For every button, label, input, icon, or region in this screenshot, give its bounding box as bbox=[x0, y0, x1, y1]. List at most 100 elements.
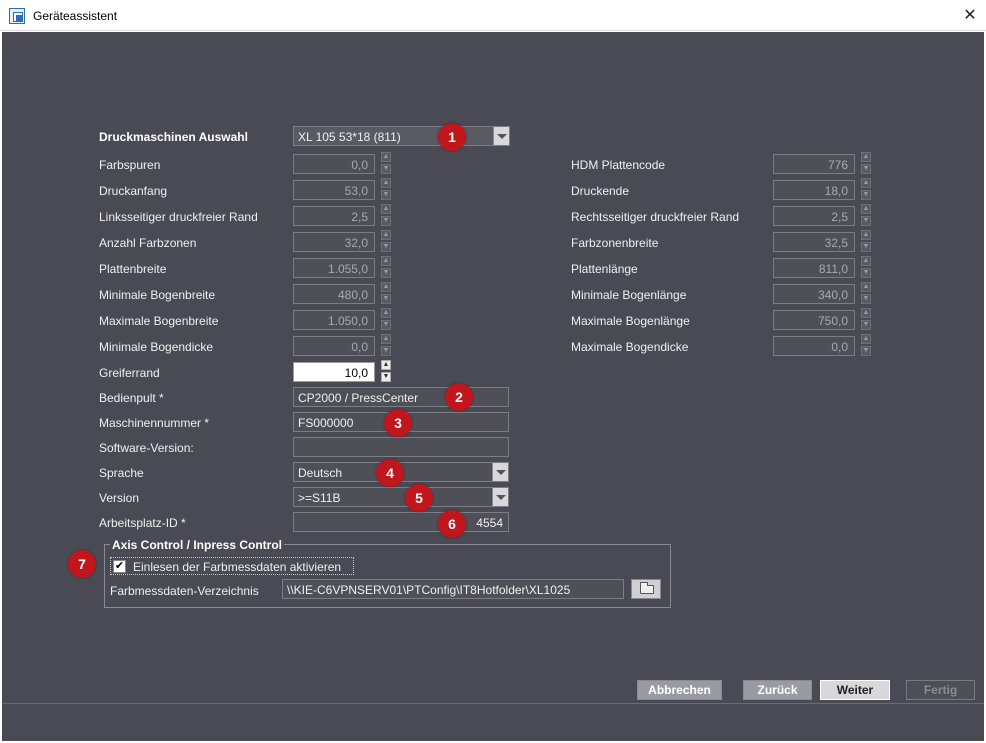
min-bogendicke-input[interactable]: 0,0 bbox=[293, 336, 375, 356]
spin-up-icon[interactable]: ▲ bbox=[381, 230, 391, 240]
chevron-down-icon[interactable] bbox=[492, 463, 508, 481]
druckanfang-input[interactable]: 53,0 bbox=[293, 180, 375, 200]
spin-up-icon[interactable]: ▲ bbox=[861, 334, 871, 344]
spin-up-icon[interactable]: ▲ bbox=[861, 282, 871, 292]
max-bogendicke-input[interactable]: 0,0 bbox=[773, 336, 855, 356]
spin-down-icon[interactable]: ▼ bbox=[381, 294, 391, 304]
greiferrand-label: Greiferrand bbox=[99, 366, 160, 380]
version-label: Version bbox=[99, 491, 140, 505]
spin-up-icon[interactable]: ▲ bbox=[861, 152, 871, 162]
farbmessdaten-dir-input[interactable]: \\KIE-C6VPNSERV01\PTConfig\IT8Hotfolder\… bbox=[282, 579, 624, 599]
checkbox-checked-icon[interactable]: ✔ bbox=[113, 560, 126, 573]
software-version-label: Software-Version: bbox=[99, 441, 194, 455]
spin-down-icon[interactable]: ▼ bbox=[861, 242, 871, 252]
min-bogenlaenge-input[interactable]: 340,0 bbox=[773, 284, 855, 304]
finish-button[interactable]: Fertig bbox=[906, 680, 975, 700]
spin-down-icon[interactable]: ▼ bbox=[861, 164, 871, 174]
spin-up-icon[interactable]: ▲ bbox=[861, 230, 871, 240]
spin-up-icon[interactable]: ▲ bbox=[381, 282, 391, 292]
farbmessdaten-checkbox-row[interactable]: ✔ Einlesen der Farbmessdaten aktivieren bbox=[110, 557, 354, 575]
machine-select-combo[interactable]: XL 105 53*18 (811) bbox=[293, 126, 510, 146]
max-bogenbreite-input[interactable]: 1.050,0 bbox=[293, 310, 375, 330]
callout-badge-3: 3 bbox=[384, 409, 412, 437]
spin-down-icon[interactable]: ▼ bbox=[861, 216, 871, 226]
rechter-rand-label: Rechtsseitiger druckfreier Rand bbox=[571, 210, 740, 224]
spin-up-icon[interactable]: ▲ bbox=[861, 178, 871, 188]
sprache-value: Deutsch bbox=[298, 466, 343, 480]
wizard-panel: Druckmaschinen Auswahl XL 105 53*18 (811… bbox=[2, 32, 984, 741]
min-bogenbreite-input[interactable]: 480,0 bbox=[293, 284, 375, 304]
software-version-input[interactable] bbox=[293, 437, 509, 457]
spin-down-icon[interactable]: ▼ bbox=[381, 242, 391, 252]
farbspuren-input[interactable]: 0,0 bbox=[293, 154, 375, 174]
spin-down-icon[interactable]: ▼ bbox=[381, 190, 391, 200]
spin-down-icon[interactable]: ▼ bbox=[861, 346, 871, 356]
druckende-label: Druckende bbox=[571, 184, 630, 198]
callout-badge-2: 2 bbox=[445, 383, 473, 411]
spin-down-icon[interactable]: ▼ bbox=[381, 268, 391, 278]
min-bogenlaenge-label: Minimale Bogenlänge bbox=[571, 288, 687, 302]
spin-down-icon[interactable]: ▼ bbox=[381, 216, 391, 226]
spin-up-icon[interactable]: ▲ bbox=[381, 152, 391, 162]
spin-down-icon[interactable]: ▼ bbox=[381, 164, 391, 174]
browse-folder-button[interactable] bbox=[631, 579, 661, 599]
anzahl-farbzonen-label: Anzahl Farbzonen bbox=[99, 236, 197, 250]
callout-badge-4: 4 bbox=[376, 459, 404, 487]
druckanfang-label: Druckanfang bbox=[99, 184, 168, 198]
spin-down-icon[interactable]: ▼ bbox=[381, 372, 391, 382]
max-bogenbreite-label: Maximale Bogenbreite bbox=[99, 314, 219, 328]
callout-badge-5: 5 bbox=[405, 484, 433, 512]
plattenlaenge-input[interactable]: 811,0 bbox=[773, 258, 855, 278]
spin-down-icon[interactable]: ▼ bbox=[861, 294, 871, 304]
callout-badge-7: 7 bbox=[68, 550, 96, 578]
spin-up-icon[interactable]: ▲ bbox=[861, 308, 871, 318]
spin-up-icon[interactable]: ▲ bbox=[861, 256, 871, 266]
version-combo[interactable]: >=S11B bbox=[293, 487, 509, 507]
farbspuren-label: Farbspuren bbox=[99, 158, 161, 172]
bedienpult-input[interactable]: CP2000 / PressCenter bbox=[293, 387, 509, 407]
title-bar: Geräteassistent ✕ bbox=[0, 0, 986, 31]
spin-up-icon[interactable]: ▲ bbox=[381, 334, 391, 344]
spin-down-icon[interactable]: ▼ bbox=[861, 190, 871, 200]
spin-up-icon[interactable]: ▲ bbox=[861, 204, 871, 214]
farbmessdaten-checkbox-label: Einlesen der Farbmessdaten aktivieren bbox=[133, 560, 342, 574]
farbmessdaten-dir-label: Farbmessdaten-Verzeichnis bbox=[110, 584, 259, 598]
footer-divider bbox=[2, 703, 984, 704]
machine-select-value: XL 105 53*18 (811) bbox=[298, 130, 401, 144]
sprache-label: Sprache bbox=[99, 466, 144, 480]
hdm-plattencode-input[interactable]: 776 bbox=[773, 154, 855, 174]
farbzonenbreite-label: Farbzonenbreite bbox=[571, 236, 659, 250]
druckende-input[interactable]: 18,0 bbox=[773, 180, 855, 200]
version-value: >=S11B bbox=[298, 491, 341, 505]
arbeitsplatz-input[interactable]: 4554 bbox=[293, 512, 509, 532]
device-wizard-icon bbox=[9, 8, 25, 24]
axis-control-title: Axis Control / Inpress Control bbox=[110, 538, 285, 552]
plattenbreite-label: Plattenbreite bbox=[99, 262, 167, 276]
max-bogenlaenge-input[interactable]: 750,0 bbox=[773, 310, 855, 330]
spin-up-icon[interactable]: ▲ bbox=[381, 204, 391, 214]
spin-down-icon[interactable]: ▼ bbox=[861, 268, 871, 278]
close-icon[interactable]: ✕ bbox=[956, 2, 984, 29]
maschinennummer-label: Maschinennummer * bbox=[99, 416, 210, 430]
spin-up-icon[interactable]: ▲ bbox=[381, 256, 391, 266]
bedienpult-label: Bedienpult * bbox=[99, 391, 164, 405]
rechter-rand-input[interactable]: 2,5 bbox=[773, 206, 855, 226]
cancel-button[interactable]: Abbrechen bbox=[637, 680, 722, 700]
greiferrand-input[interactable]: 10,0 bbox=[293, 362, 375, 382]
chevron-down-icon[interactable] bbox=[493, 127, 509, 145]
spin-down-icon[interactable]: ▼ bbox=[861, 320, 871, 330]
spin-up-icon[interactable]: ▲ bbox=[381, 178, 391, 188]
plattenlaenge-label: Plattenlänge bbox=[571, 262, 638, 276]
plattenbreite-input[interactable]: 1.055,0 bbox=[293, 258, 375, 278]
anzahl-farbzonen-input[interactable]: 32,0 bbox=[293, 232, 375, 252]
arbeitsplatz-label: Arbeitsplatz-ID * bbox=[99, 516, 186, 530]
spin-down-icon[interactable]: ▼ bbox=[381, 320, 391, 330]
linker-rand-input[interactable]: 2,5 bbox=[293, 206, 375, 226]
spin-down-icon[interactable]: ▼ bbox=[381, 346, 391, 356]
back-button[interactable]: Zurück bbox=[743, 680, 812, 700]
next-button[interactable]: Weiter bbox=[820, 680, 890, 700]
spin-up-icon[interactable]: ▲ bbox=[381, 308, 391, 318]
farbzonenbreite-input[interactable]: 32,5 bbox=[773, 232, 855, 252]
spin-up-icon[interactable]: ▲ bbox=[381, 360, 391, 370]
chevron-down-icon[interactable] bbox=[492, 488, 508, 506]
